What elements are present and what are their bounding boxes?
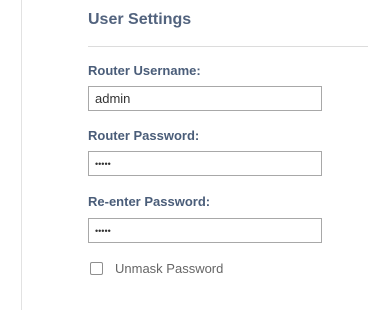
router-password-label: Router Password: bbox=[88, 128, 200, 143]
reenter-password-label: Re-enter Password: bbox=[88, 194, 211, 209]
router-username-input[interactable] bbox=[88, 86, 322, 111]
unmask-password-option[interactable]: Unmask Password bbox=[88, 259, 223, 277]
settings-panel: User Settings Router Username: Router Pa… bbox=[0, 0, 391, 310]
section-divider bbox=[88, 46, 368, 47]
router-username-label: Router Username: bbox=[88, 63, 201, 78]
panel-left-border bbox=[21, 0, 22, 310]
router-password-input[interactable] bbox=[88, 151, 322, 176]
unmask-password-checkbox[interactable] bbox=[90, 261, 103, 275]
reenter-password-input[interactable] bbox=[88, 218, 322, 243]
unmask-password-label[interactable]: Unmask Password bbox=[115, 261, 223, 276]
section-title: User Settings bbox=[88, 11, 192, 28]
